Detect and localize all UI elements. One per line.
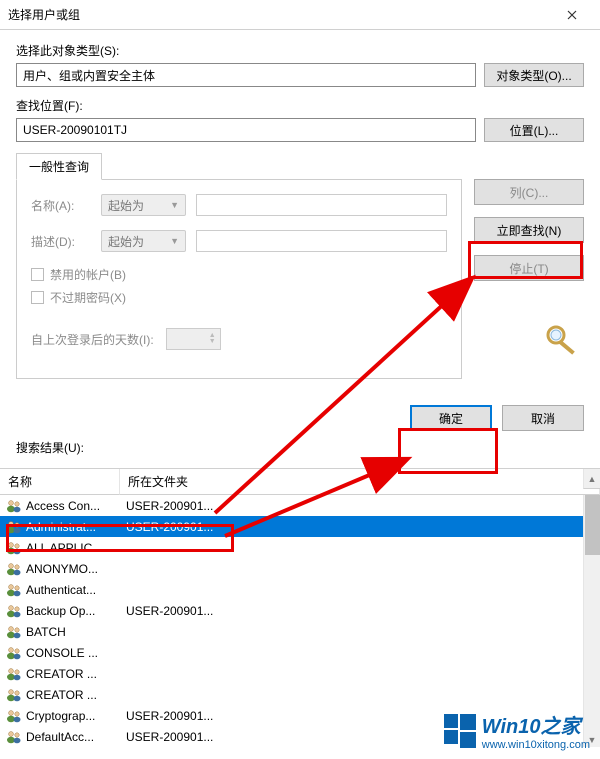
row-name: Authenticat... (26, 583, 96, 597)
scroll-up-button[interactable]: ▲ (583, 469, 600, 489)
no-expire-label: 不过期密码(X) (50, 289, 126, 306)
desc-field-label: 描述(D): (31, 233, 91, 250)
ok-button[interactable]: 确定 (410, 405, 492, 431)
name-filter-input[interactable] (196, 194, 447, 216)
disabled-accounts-label: 禁用的帐户(B) (50, 266, 126, 283)
row-name: ANONYMO... (26, 562, 98, 576)
user-group-icon (6, 583, 22, 597)
general-query-panel: 名称(A): 起始为 ▼ 描述(D): 起始为 ▼ (16, 179, 462, 379)
row-name: Access Con... (26, 499, 100, 513)
name-op-combo[interactable]: 起始为 ▼ (101, 194, 186, 216)
columns-button[interactable]: 列(C)... (474, 179, 584, 205)
row-name: CREATOR ... (26, 667, 97, 681)
object-types-button[interactable]: 对象类型(O)... (484, 63, 584, 87)
row-folder: USER-200901... (120, 520, 600, 534)
user-group-icon (6, 541, 22, 555)
close-button[interactable] (552, 0, 592, 30)
spinner-icon: ▲▼ (209, 333, 216, 345)
table-row[interactable]: DefaultAcc... USER-200901... (0, 726, 600, 747)
location-input[interactable] (16, 118, 476, 142)
grid-body: ▼ Access Con...USER-200901...Administrat… (0, 495, 600, 747)
user-group-icon (6, 688, 22, 702)
results-grid: 名称 所在文件夹 ▲ ▼ Access Con... USER-200901...… (0, 468, 600, 747)
desc-filter-input[interactable] (196, 230, 447, 252)
row-folder: USER-200901... (120, 709, 600, 723)
user-group-icon (6, 730, 22, 744)
dialog-content: 选择此对象类型(S): 对象类型(O)... 查找位置(F): 位置(L)...… (0, 30, 600, 468)
close-icon (567, 10, 577, 20)
desc-op-value: 起始为 (108, 233, 144, 250)
chevron-down-icon: ▼ (170, 236, 179, 246)
user-group-icon (6, 625, 22, 639)
row-name: ALL APPLIC... (26, 541, 102, 555)
name-field-label: 名称(A): (31, 197, 91, 214)
table-row[interactable]: ANONYMO... (0, 558, 600, 579)
desc-op-combo[interactable]: 起始为 ▼ (101, 230, 186, 252)
cancel-button[interactable]: 取消 (502, 405, 584, 431)
disabled-accounts-checkbox[interactable] (31, 268, 44, 281)
results-label: 搜索结果(U): (16, 439, 584, 456)
table-row[interactable]: BATCH (0, 621, 600, 642)
row-name: BATCH (26, 625, 66, 639)
user-group-icon (6, 499, 22, 513)
row-name: Backup Op... (26, 604, 95, 618)
user-group-icon (6, 667, 22, 681)
table-row[interactable]: Cryptograp... USER-200901... (0, 705, 600, 726)
object-type-label: 选择此对象类型(S): (16, 42, 584, 59)
row-folder: USER-200901... (120, 604, 600, 618)
table-row[interactable]: Authenticat... (0, 579, 600, 600)
location-label: 查找位置(F): (16, 97, 584, 114)
user-group-icon (6, 562, 22, 576)
scrollbar-thumb[interactable] (585, 495, 600, 555)
locations-button[interactable]: 位置(L)... (484, 118, 584, 142)
user-group-icon (6, 646, 22, 660)
user-group-icon (6, 604, 22, 618)
row-name: CREATOR ... (26, 688, 97, 702)
row-name: Administrat... (26, 520, 96, 534)
row-folder: USER-200901... (120, 730, 600, 744)
chevron-down-icon: ▼ (170, 200, 179, 210)
tabs: 一般性查询 名称(A): 起始为 ▼ 描述(D): 起 (16, 152, 584, 379)
window-title: 选择用户或组 (8, 6, 552, 23)
column-name[interactable]: 名称 (0, 469, 120, 495)
vertical-scrollbar[interactable]: ▼ (583, 495, 600, 747)
row-name: CONSOLE ... (26, 646, 98, 660)
titlebar: 选择用户或组 (0, 0, 600, 30)
days-since-logon-label: 自上次登录后的天数(I): (31, 331, 154, 348)
column-folder[interactable]: 所在文件夹 (120, 469, 600, 495)
user-group-icon (6, 709, 22, 723)
table-row[interactable]: Backup Op... USER-200901... (0, 600, 600, 621)
table-row[interactable]: Administrat... USER-200901... (0, 516, 600, 537)
stop-button[interactable]: 停止(T) (474, 255, 584, 281)
no-expire-checkbox[interactable] (31, 291, 44, 304)
user-group-icon (6, 520, 22, 534)
table-row[interactable]: ALL APPLIC... (0, 537, 600, 558)
row-name: Cryptograp... (26, 709, 95, 723)
row-folder: USER-200901... (120, 499, 600, 513)
name-op-value: 起始为 (108, 197, 144, 214)
search-key-icon (544, 323, 584, 355)
table-row[interactable]: CREATOR ... (0, 663, 600, 684)
object-type-input[interactable] (16, 63, 476, 87)
grid-header: 名称 所在文件夹 ▲ (0, 468, 600, 495)
table-row[interactable]: Access Con... USER-200901... (0, 495, 600, 516)
table-row[interactable]: CONSOLE ... (0, 642, 600, 663)
tab-general-query[interactable]: 一般性查询 (16, 153, 102, 180)
days-since-logon-input[interactable]: ▲▼ (166, 328, 221, 350)
scroll-down-button[interactable]: ▼ (584, 733, 600, 747)
table-row[interactable]: CREATOR ... (0, 684, 600, 705)
row-name: DefaultAcc... (26, 730, 94, 744)
find-now-button[interactable]: 立即查找(N) (474, 217, 584, 243)
